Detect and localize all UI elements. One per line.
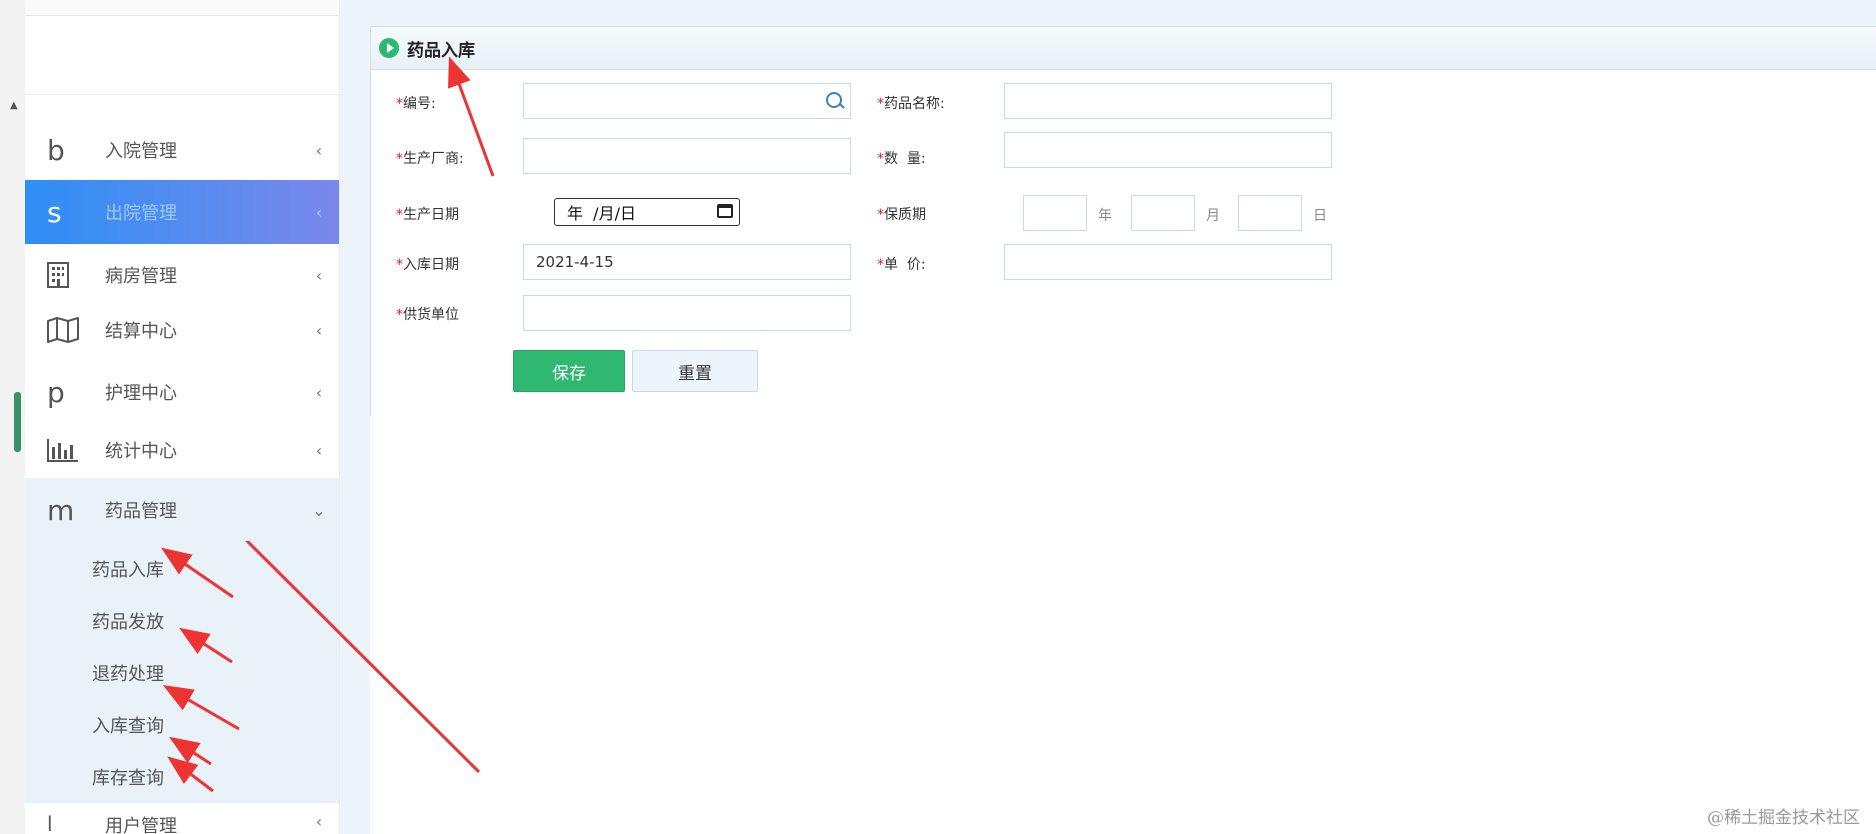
required-mark: *	[396, 207, 403, 223]
required-mark: *	[396, 96, 403, 112]
sidebar-item-label: 统计中心	[105, 441, 177, 462]
chevron-down-icon: ⌄	[312, 500, 326, 520]
sidebar-item-label: 用户管理	[105, 816, 177, 834]
shelf-life-days-input[interactable]	[1238, 195, 1302, 231]
chevron-left-icon: ‹	[315, 265, 323, 285]
unit-price-label-text: 单 价:	[884, 257, 926, 273]
building-icon	[47, 262, 97, 288]
panel-header: 药品入库	[371, 27, 1876, 70]
letter-p-icon: p	[47, 375, 65, 409]
sidebar-item-settlement[interactable]: 结算中心 ‹	[25, 299, 339, 361]
submenu-item-inventory-query[interactable]: 库存查询	[92, 764, 164, 790]
chevron-left-icon: ‹	[315, 382, 323, 402]
sidebar-item-label: 入院管理	[105, 141, 177, 162]
drug-name-label: *药品名称:	[877, 93, 945, 113]
map-icon	[47, 317, 97, 343]
panel-title: 药品入库	[407, 40, 475, 61]
save-button[interactable]: 保存	[513, 350, 625, 392]
chevron-left-icon: ‹	[315, 320, 323, 340]
submenu-item-drug-return[interactable]: 退药处理	[92, 660, 164, 686]
required-mark: *	[877, 151, 884, 167]
quantity-input[interactable]	[1004, 132, 1332, 168]
drug-stock-in-panel: 药品入库 *编号: *药品名称: *生产厂商: *数 量: *生产日期 年 /月…	[370, 26, 1876, 418]
main-content: 药品入库 *编号: *药品名称: *生产厂商: *数 量: *生产日期 年 /月…	[340, 0, 1876, 834]
submenu-item-stock-in-query[interactable]: 入库查询	[92, 712, 164, 738]
required-mark: *	[396, 151, 403, 167]
code-input[interactable]	[523, 83, 851, 119]
content-blank-area	[370, 416, 1876, 834]
supplier-label-text: 供货单位	[403, 307, 459, 323]
sidebar-item-discharge[interactable]: s 出院管理 ‹	[25, 180, 339, 244]
required-mark: *	[396, 307, 403, 323]
sidebar-item-statistics[interactable]: 统计中心 ‹	[25, 419, 339, 481]
sidebar-item-nursing[interactable]: p 护理中心 ‹	[25, 361, 339, 423]
letter-icon: l	[47, 812, 53, 834]
quantity-label: *数 量:	[877, 148, 926, 168]
shelf-life-months-input[interactable]	[1131, 195, 1195, 231]
reset-button[interactable]: 重置	[632, 350, 758, 392]
sidebar-item-label: 出院管理	[105, 203, 177, 224]
chevron-left-icon: ‹	[315, 202, 323, 222]
sidebar-item-drug-management[interactable]: m 药品管理 ⌄	[25, 479, 339, 541]
drug-name-input[interactable]	[1004, 83, 1332, 119]
play-circle-icon	[379, 38, 399, 58]
manufacturer-label: *生产厂商:	[396, 148, 464, 168]
search-icon[interactable]	[826, 92, 842, 108]
supplier-input[interactable]	[523, 295, 851, 331]
sidebar-item-user-management-partial[interactable]: l 用户管理 ‹	[25, 812, 339, 834]
letter-s-icon: s	[47, 195, 62, 229]
submenu-item-drug-dispense[interactable]: 药品发放	[92, 608, 164, 634]
production-date-input[interactable]: 年 /月/日	[554, 198, 740, 226]
shelf-life-years-input[interactable]	[1023, 195, 1087, 231]
code-label-text: 编号:	[403, 96, 436, 112]
unit-price-label: *单 价:	[877, 254, 926, 274]
required-mark: *	[396, 257, 403, 273]
stock-date-label-text: 入库日期	[403, 257, 459, 273]
production-date-label-text: 生产日期	[403, 207, 459, 223]
submenu-item-drug-stock-in[interactable]: 药品入库	[92, 556, 164, 582]
sidebar-top-bar	[25, 0, 339, 16]
required-mark: *	[877, 207, 884, 223]
drug-name-label-text: 药品名称:	[884, 96, 945, 112]
manufacturer-label-text: 生产厂商:	[403, 151, 464, 167]
left-edge-strip: ▲	[0, 0, 26, 834]
manufacturer-input[interactable]	[523, 138, 851, 174]
supplier-label: *供货单位	[396, 304, 459, 324]
sidebar-logo-area	[25, 16, 339, 95]
stock-date-input[interactable]: 2021-4-15	[523, 244, 851, 280]
stock-date-label: *入库日期	[396, 254, 459, 274]
required-mark: *	[877, 257, 884, 273]
unit-day: 日	[1313, 208, 1327, 224]
unit-year: 年	[1098, 208, 1112, 224]
sidebar-item-label: 病房管理	[105, 266, 177, 287]
chevron-left-icon: ‹	[315, 440, 323, 460]
date-placeholder: 年 /月/日	[567, 204, 636, 223]
chevron-left-icon: ‹	[315, 812, 323, 831]
scroll-up-arrow-icon[interactable]: ▲	[10, 100, 18, 111]
letter-m-icon: m	[47, 493, 75, 527]
sidebar-item-label: 结算中心	[105, 321, 177, 342]
sidebar-item-ward[interactable]: 病房管理 ‹	[25, 244, 339, 306]
sidebar-item-label: 护理中心	[105, 383, 177, 404]
unit-price-input[interactable]	[1004, 244, 1332, 280]
required-mark: *	[877, 96, 884, 112]
shelf-life-label-text: 保质期	[884, 207, 926, 223]
letter-b-icon: b	[47, 133, 65, 167]
code-label: *编号:	[396, 93, 436, 113]
calendar-icon[interactable]	[717, 204, 733, 218]
scrollbar-thumb[interactable]	[14, 392, 21, 452]
sidebar: b 入院管理 ‹ s 出院管理 ‹ 病房管理 ‹ 结算中心 ‹ p 护理中心 ‹…	[25, 0, 340, 834]
unit-month: 月	[1206, 208, 1220, 224]
sidebar-item-label: 药品管理	[105, 501, 177, 522]
shelf-life-label: *保质期	[877, 204, 926, 224]
sidebar-item-admission[interactable]: b 入院管理 ‹	[25, 119, 339, 181]
watermark: @稀土掘金技术社区	[1707, 808, 1860, 828]
quantity-label-text: 数 量:	[884, 151, 926, 167]
bar-chart-icon	[47, 438, 97, 462]
chevron-left-icon: ‹	[315, 140, 323, 160]
production-date-label: *生产日期	[396, 204, 459, 224]
